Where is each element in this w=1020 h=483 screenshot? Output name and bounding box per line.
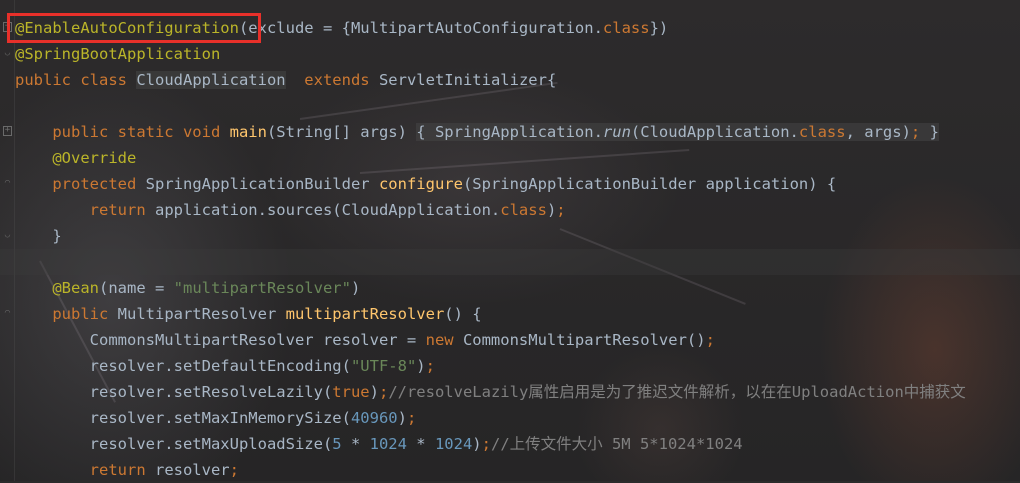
code-line-7[interactable]: ◠ protected SpringApplicationBuilder con… — [5, 171, 1020, 197]
class-name-cloudapplication[interactable]: CloudApplication — [136, 71, 286, 89]
code-line-12[interactable]: ◠ public MultipartResolver multipartReso… — [5, 301, 1020, 327]
editor-gutter[interactable] — [0, 0, 15, 481]
code-line-14[interactable]: resolver.setDefaultEncoding("UTF-8"); — [15, 353, 1020, 379]
fold-start-icon[interactable]: ◠ — [3, 308, 12, 318]
code-line-6[interactable]: @Override — [15, 145, 1020, 171]
code-editor[interactable]: − @EnableAutoConfiguration(exclude = {Mul… — [3, 15, 1020, 483]
code-line-8[interactable]: return application.sources(CloudApplicat… — [15, 197, 1020, 223]
highlight-box-annotation — [7, 13, 261, 43]
code-line-10[interactable] — [15, 249, 1020, 275]
code-line-5[interactable]: + public static void main(String[] args)… — [3, 119, 1020, 145]
code-line-11[interactable]: @Bean(name = "multipartResolver") — [15, 275, 1020, 301]
code-line-9[interactable]: ◡ } — [5, 223, 1020, 249]
code-comment: //resolveLazily属性启用是为了推迟文件解析，以在在UploadAc… — [388, 383, 966, 401]
code-line-2[interactable]: ◡ @SpringBootApplication — [5, 41, 1020, 67]
fold-start-icon[interactable]: ◠ — [3, 178, 12, 188]
code-line-16[interactable]: resolver.setMaxInMemorySize(40960); — [15, 405, 1020, 431]
code-line-3[interactable]: public class CloudApplication extends Se… — [15, 67, 1020, 93]
code-line-18[interactable]: return resolver; — [15, 457, 1020, 483]
code-line-15[interactable]: resolver.setResolveLazily(true);//resolv… — [15, 379, 1020, 405]
fold-end-icon[interactable]: ◡ — [3, 230, 12, 240]
code-comment: //上传文件大小 5M 5*1024*1024 — [490, 435, 743, 453]
fold-collapse-icon[interactable]: + — [3, 126, 12, 136]
code-line-4[interactable] — [15, 93, 1020, 119]
code-line-17[interactable]: resolver.setMaxUploadSize(5 * 1024 * 102… — [15, 431, 1020, 457]
code-line-13[interactable]: CommonsMultipartResolver resolver = new … — [15, 327, 1020, 353]
fold-end-icon[interactable]: ◡ — [3, 48, 12, 58]
